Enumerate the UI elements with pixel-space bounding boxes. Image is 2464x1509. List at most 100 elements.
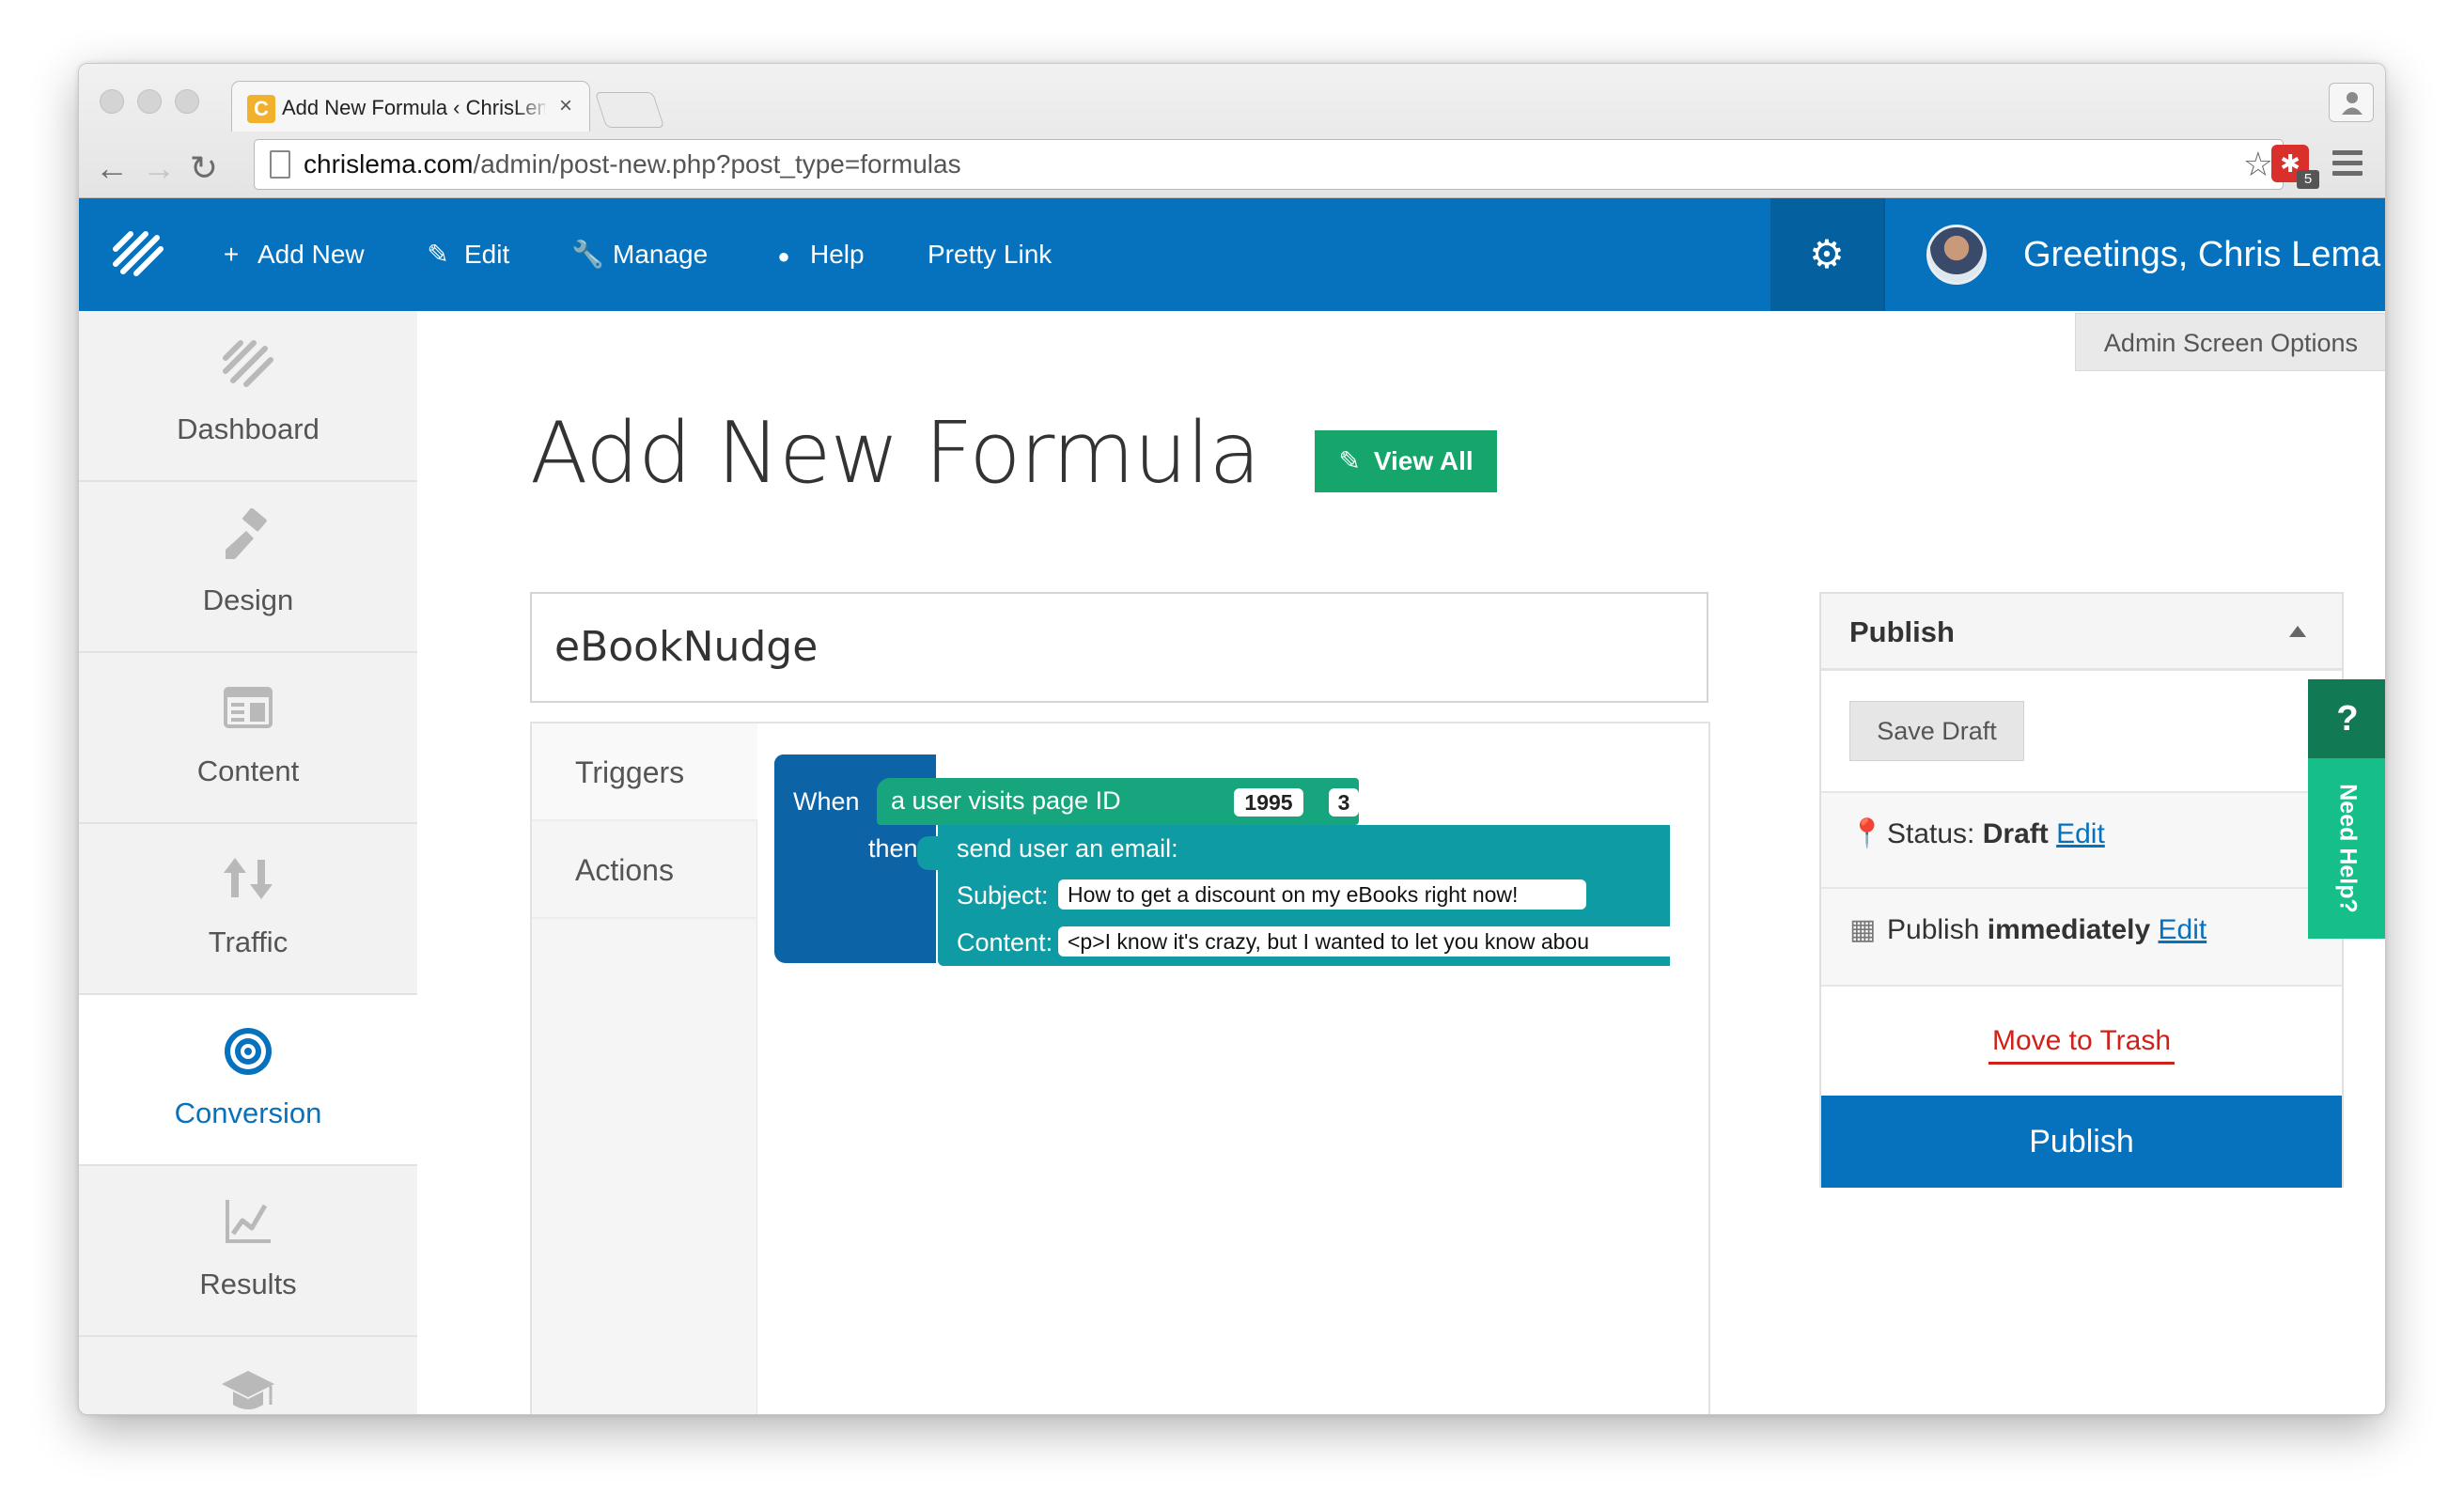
status-row: 📍Status: Draft Edit: [1849, 806, 2105, 863]
nav-pretty-link[interactable]: Pretty Link: [928, 230, 1052, 279]
content-field[interactable]: <p>I know it's crazy, but I wanted to le…: [1058, 926, 1670, 957]
sidebar-label-design: Design: [202, 583, 294, 616]
url-text[interactable]: chrislema.com/admin/post-new.php?post_ty…: [304, 140, 961, 189]
formula-title-input[interactable]: eBookNudge: [530, 592, 1708, 703]
publish-divider: [1821, 887, 2342, 889]
url-host: chrislema.com: [304, 149, 474, 179]
app-logo-icon[interactable]: [110, 228, 166, 281]
browser-window: C Add New Formula ‹ ChrisLema × ← → ↻ ch…: [78, 63, 2386, 1415]
sidebar-item-courses[interactable]: [79, 1337, 417, 1414]
wrench-icon: 🔧: [571, 240, 604, 269]
need-help-tab[interactable]: Need Help?: [2308, 758, 2385, 939]
admin-screen-options-button[interactable]: Admin Screen Options: [2075, 313, 2385, 371]
sidebar-label-conversion: Conversion: [174, 1097, 322, 1129]
trigger-suffix: times: [1369, 786, 1430, 815]
collapse-caret-icon[interactable]: [2289, 626, 2306, 637]
window-zoom-button[interactable]: [175, 89, 199, 114]
browser-menu-icon[interactable]: [2332, 150, 2363, 177]
nav-edit[interactable]: ✎ Edit: [423, 230, 509, 279]
view-all-label: View All: [1373, 446, 1474, 475]
nav-edit-label: Edit: [464, 240, 510, 269]
page-title: Add New Formula: [530, 404, 1261, 503]
reload-icon[interactable]: ↻: [184, 148, 224, 188]
profile-button[interactable]: [2329, 83, 2374, 122]
brush-icon: [226, 508, 267, 559]
move-to-trash-link[interactable]: Move to Trash: [1988, 1020, 2175, 1065]
browser-tab[interactable]: C Add New Formula ‹ ChrisLema ×: [231, 81, 590, 132]
content-layout-icon: [224, 687, 273, 728]
editor-tab-list: Triggers Actions: [532, 723, 757, 1414]
action-title: send user an email:: [957, 834, 1178, 863]
nav-help[interactable]: ● Help: [769, 230, 865, 279]
status-label: Status:: [1887, 818, 1975, 849]
window-close-button[interactable]: [100, 89, 124, 114]
sidebar-item-conversion[interactable]: Conversion: [79, 995, 417, 1166]
sidebar-item-dashboard[interactable]: Dashboard: [79, 311, 417, 482]
publish-box-header[interactable]: Publish: [1821, 594, 2342, 671]
new-tab-button[interactable]: [594, 92, 665, 128]
sidebar-label-content: Content: [196, 754, 300, 787]
nav-pretty-link-label: Pretty Link: [928, 240, 1053, 269]
sidebar-item-results[interactable]: Results: [79, 1166, 417, 1337]
pencil-icon: ✎: [1338, 446, 1361, 475]
settings-gear-icon[interactable]: ⚙: [1770, 198, 1885, 311]
bookmark-star-icon[interactable]: ☆: [2243, 144, 2273, 185]
page-id-field[interactable]: 1995: [1234, 788, 1303, 817]
sidebar-item-content[interactable]: Content: [79, 653, 417, 824]
page-icon: [270, 150, 290, 179]
publish-box: Publish Save Draft 📍Status: Draft Edit ▦…: [1819, 592, 2344, 1188]
graduation-cap-icon: [222, 1371, 274, 1409]
admin-top-bar: + Add New ✎ Edit 🔧 Manage ● Help Pretty Link…: [79, 198, 2385, 311]
back-arrow-icon[interactable]: ←: [92, 148, 132, 188]
publish-edit-link[interactable]: Edit: [2159, 914, 2207, 945]
need-help-label: Need Help?: [2334, 784, 2362, 913]
formula-editor: Triggers Actions When then a user visits…: [530, 722, 1710, 1414]
nav-help-label: Help: [810, 240, 865, 269]
address-bar[interactable]: chrislema.com/admin/post-new.php?post_ty…: [254, 139, 2284, 190]
publish-divider: [1821, 985, 2342, 987]
tab-close-icon[interactable]: ×: [554, 91, 578, 121]
sidebar-item-design[interactable]: Design: [79, 482, 417, 653]
avatar[interactable]: [1926, 225, 1987, 285]
sidebar: Dashboard Design Content Traffic Convers…: [79, 311, 417, 1414]
help-question-button[interactable]: ?: [2308, 679, 2385, 758]
url-path: /admin/post-new.php?post_type=formulas: [473, 149, 961, 179]
traffic-arrows-icon: [224, 858, 273, 899]
tab-favicon: C: [247, 95, 275, 123]
sidebar-label-results: Results: [199, 1268, 297, 1300]
tab-actions[interactable]: Actions: [532, 821, 757, 919]
save-draft-button[interactable]: Save Draft: [1849, 701, 2024, 761]
browser-toolbar: C Add New Formula ‹ ChrisLema × ← → ↻ ch…: [79, 64, 2385, 198]
nav-add-new-label: Add New: [257, 240, 365, 269]
sidebar-label-traffic: Traffic: [208, 926, 289, 958]
publish-time-row: ▦ Publish immediately Edit: [1849, 902, 2207, 958]
status-edit-link[interactable]: Edit: [2056, 818, 2105, 849]
tab-title-fade: [514, 91, 552, 123]
pin-icon: 📍: [1849, 818, 1885, 849]
plus-icon: +: [223, 240, 240, 269]
tab-title: Add New Formula ‹ ChrisLema: [282, 96, 545, 119]
tab-triggers[interactable]: Triggers: [532, 723, 757, 821]
nav-add-new[interactable]: + Add New: [216, 230, 365, 279]
window-minimize-button[interactable]: [137, 89, 162, 114]
when-label: When: [793, 787, 860, 816]
nav-manage-label: Manage: [613, 240, 709, 269]
then-label: then: [868, 834, 918, 863]
trigger-prefix: a user visits page ID: [891, 786, 1121, 815]
content-label: Content:: [957, 928, 1053, 957]
subject-label: Subject:: [957, 881, 1049, 910]
view-all-button[interactable]: ✎ View All: [1315, 430, 1497, 492]
forward-arrow-icon[interactable]: →: [139, 148, 179, 188]
subject-field[interactable]: How to get a discount on my eBooks right…: [1058, 879, 1586, 910]
sidebar-label-dashboard: Dashboard: [177, 412, 320, 445]
sidebar-item-traffic[interactable]: Traffic: [79, 824, 417, 995]
person-icon: [2342, 92, 2363, 115]
visit-count-field[interactable]: 3: [1329, 788, 1359, 817]
user-greeting[interactable]: Greetings, Chris Lema: [2023, 226, 2380, 283]
publish-prefix: Publish: [1887, 914, 1980, 945]
publish-button[interactable]: Publish: [1821, 1096, 2342, 1188]
publish-box-title: Publish: [1849, 615, 1955, 648]
nav-manage[interactable]: 🔧 Manage: [571, 230, 708, 279]
pencil-icon: ✎: [427, 240, 449, 269]
action-connector: [917, 836, 938, 870]
